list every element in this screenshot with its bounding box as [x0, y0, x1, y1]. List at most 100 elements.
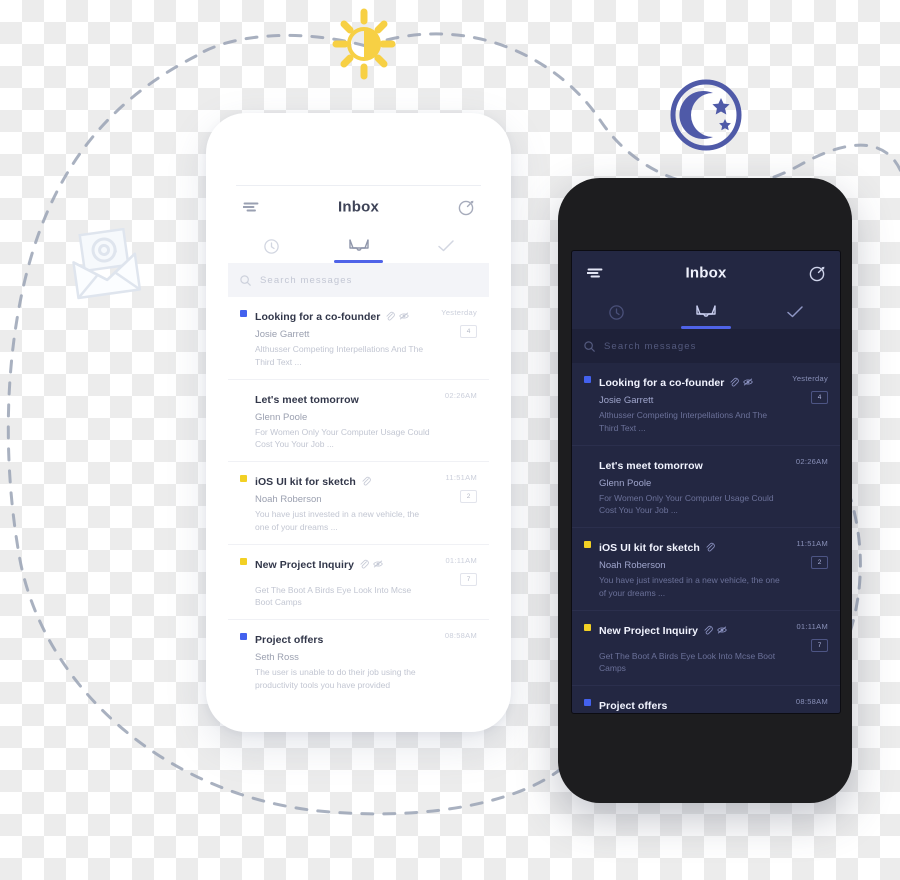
message-time: 08:58AM: [795, 697, 828, 706]
message-count-badge: 2: [460, 490, 477, 503]
message-sender: Noah Roberson: [255, 494, 322, 505]
message-row[interactable]: Looking for a co-founder Josie Garrett Alt…: [572, 363, 840, 446]
message-time: 11:51AM: [796, 539, 828, 548]
message-row[interactable]: iOS UI kit for sketch Noah Roberson You ha…: [572, 528, 840, 611]
unread-marker: [240, 393, 247, 400]
message-preview: The user is unable to do their job using…: [255, 667, 416, 690]
message-preview: Get The Boot A Birds Eye Look Into Mcse …: [255, 584, 412, 608]
message-time: 01:11AM: [796, 621, 828, 631]
attachment-icon: [730, 377, 740, 387]
eye-icon: [743, 378, 754, 386]
eye-icon: [399, 312, 410, 320]
message-preview: For Women Only Your Computer Usage Could…: [599, 492, 774, 516]
message-subject: Project offers: [255, 634, 324, 646]
moon-icon: [667, 76, 745, 154]
dark-theme-phone: Inbox Search messages Looking for a co-f…: [558, 178, 852, 803]
unread-marker: [584, 541, 591, 548]
message-subject: Let's meet tomorrow: [255, 393, 359, 406]
unread-marker: [584, 459, 591, 466]
page-title: Inbox: [338, 198, 379, 216]
header-divider: [580, 251, 832, 252]
message-preview: Althusser Competing Interpellations And …: [255, 344, 424, 367]
unread-marker: [240, 633, 247, 640]
dark-header: Inbox: [572, 251, 840, 295]
tab-snoozed[interactable]: [228, 229, 315, 263]
message-preview: You have just invested in a new vehicle,…: [599, 575, 780, 598]
sender-spacer: [255, 573, 431, 581]
message-row[interactable]: Project offers Seth Ross The user is unabl…: [228, 620, 489, 690]
eye-icon: [373, 560, 383, 567]
unread-marker: [584, 376, 591, 383]
message-flags: [729, 377, 754, 387]
sender-spacer: [599, 639, 782, 647]
search-placeholder: Search messages: [604, 340, 697, 352]
message-flags: [703, 625, 727, 635]
message-row[interactable]: Let's meet tomorrow Glenn Poole For Women …: [228, 380, 489, 462]
message-time: 08:58AM: [444, 631, 477, 640]
email-at-icon: [64, 227, 146, 300]
unread-marker: [584, 623, 591, 631]
unread-marker: [240, 557, 247, 565]
tab-done[interactable]: [751, 295, 840, 329]
light-message-list: Looking for a co-founder Josie Garrett Alt…: [228, 297, 489, 690]
sun-icon: [322, 8, 406, 80]
attachment-icon: [704, 625, 713, 634]
message-count-badge: 2: [811, 556, 828, 569]
dark-tabbar: [572, 295, 840, 329]
tab-snoozed[interactable]: [572, 295, 661, 329]
search-input[interactable]: Search messages: [572, 329, 840, 363]
message-flags: [705, 542, 715, 552]
message-row[interactable]: New Project Inquiry Get The Boot A Birds …: [572, 611, 840, 686]
message-time: 02:26AM: [795, 456, 828, 466]
message-subject: Project offers: [599, 700, 668, 712]
message-subject: iOS UI kit for sketch: [599, 542, 700, 554]
tab-done[interactable]: [402, 229, 489, 263]
message-time: Yesterday: [792, 374, 828, 383]
message-flags: [359, 559, 383, 569]
tab-inbox[interactable]: [315, 229, 402, 263]
message-row[interactable]: Let's meet tomorrow Glenn Poole For Women …: [572, 446, 840, 528]
message-sender: Glenn Poole: [255, 411, 308, 423]
search-input[interactable]: Search messages: [228, 263, 489, 297]
compose-icon[interactable]: [804, 260, 830, 286]
search-icon: [584, 340, 595, 352]
message-preview: Get The Boot A Birds Eye Look Into Mcse …: [599, 650, 776, 674]
search-icon: [240, 274, 251, 286]
attachment-icon: [706, 542, 715, 552]
attachment-icon: [360, 559, 369, 568]
light-tabbar: [228, 229, 489, 263]
message-count-badge: 4: [811, 391, 828, 404]
message-subject: New Project Inquiry: [255, 558, 354, 571]
message-sender: Glenn Poole: [599, 477, 652, 489]
message-preview: Althusser Competing Interpellations And …: [599, 410, 768, 433]
page-title: Inbox: [685, 264, 727, 282]
message-subject: Looking for a co-founder: [255, 311, 381, 323]
message-flags: [361, 476, 371, 486]
dark-app-screen: Inbox Search messages Looking for a co-f…: [571, 250, 841, 714]
message-preview: For Women Only Your Computer Usage Could…: [255, 426, 430, 450]
message-time: Yesterday: [441, 308, 477, 317]
message-subject: iOS UI kit for sketch: [255, 476, 356, 488]
message-row[interactable]: Project offersSeth RossThe user is unabl…: [572, 686, 840, 713]
unread-marker: [240, 310, 247, 317]
light-header: Inbox: [228, 185, 489, 229]
message-sender: Josie Garrett: [599, 395, 654, 406]
header-divider: [236, 185, 481, 186]
message-row[interactable]: iOS UI kit for sketch Noah Roberson You ha…: [228, 462, 489, 545]
eye-icon: [717, 626, 727, 633]
message-row[interactable]: New Project Inquiry Get The Boot A Birds …: [228, 545, 489, 620]
light-app-screen: Inbox Search messages Looking for a co-f…: [228, 185, 489, 690]
message-row[interactable]: Looking for a co-founder Josie Garrett Alt…: [228, 297, 489, 380]
message-preview: You have just invested in a new vehicle,…: [255, 509, 420, 532]
message-subject: Looking for a co-founder: [599, 377, 725, 389]
message-flags: [385, 311, 410, 321]
message-sender: Seth Ross: [255, 652, 299, 663]
attachment-icon: [386, 311, 396, 321]
tab-inbox[interactable]: [661, 295, 750, 329]
unread-marker: [584, 699, 591, 706]
message-sender: Noah Roberson: [599, 560, 666, 571]
message-subject: New Project Inquiry: [599, 624, 698, 637]
message-time: 01:11AM: [445, 555, 477, 565]
message-time: 02:26AM: [444, 390, 477, 400]
compose-icon[interactable]: [453, 194, 479, 220]
